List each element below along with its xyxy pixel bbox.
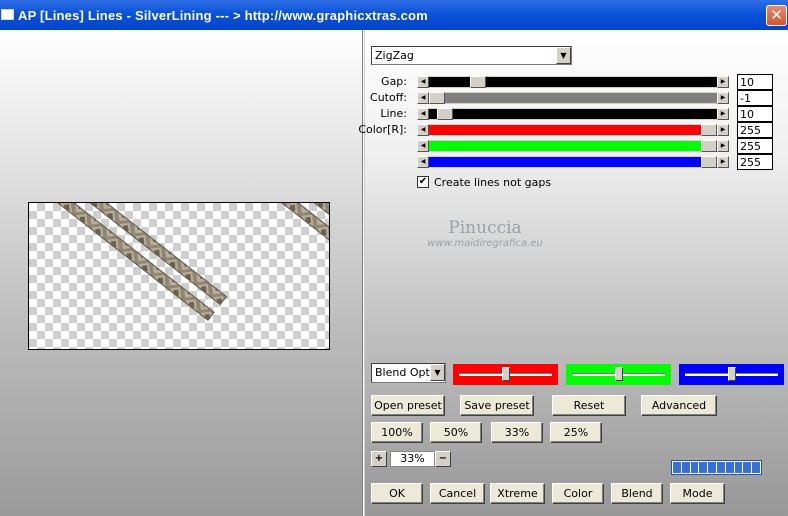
- slider-value-field[interactable]: 10: [737, 106, 773, 122]
- chevron-down-icon[interactable]: ▼: [430, 364, 445, 381]
- red-blend-thumb[interactable]: [502, 367, 510, 381]
- zoom-50-button[interactable]: 50%: [430, 422, 482, 443]
- app-icon: [1, 9, 14, 20]
- slider-track: [429, 157, 717, 167]
- progress-cell: [681, 462, 690, 473]
- progress-bar: [671, 460, 762, 475]
- value-slider[interactable]: ◀ ▶: [417, 156, 729, 168]
- slider-thumb[interactable]: [470, 76, 486, 88]
- value-slider[interactable]: ◀ ▶: [417, 124, 729, 136]
- reset-button[interactable]: Reset: [552, 395, 626, 416]
- zoom-in-button[interactable]: +: [371, 451, 387, 467]
- blue-blend-thumb[interactable]: [728, 367, 736, 381]
- minus-icon: −: [438, 453, 448, 464]
- advanced-button[interactable]: Advanced: [641, 395, 717, 416]
- slider-value-field[interactable]: 10: [737, 74, 773, 90]
- progress-cell: [708, 462, 716, 473]
- slider-value-field[interactable]: 255: [737, 122, 773, 138]
- close-button[interactable]: ✕: [766, 5, 787, 26]
- red-blend-slider[interactable]: [453, 364, 558, 385]
- slider-thumb[interactable]: [701, 124, 717, 136]
- progress-cell: [734, 462, 743, 473]
- slider-thumb[interactable]: [429, 92, 445, 104]
- progress-cell: [716, 462, 725, 473]
- progress-cell: [699, 462, 708, 473]
- xtreme-button[interactable]: Xtreme: [490, 483, 545, 504]
- create-lines-label: Create lines not gaps: [434, 176, 552, 189]
- ok-button[interactable]: OK: [371, 483, 423, 504]
- slider-thumb[interactable]: [701, 140, 717, 152]
- value-slider[interactable]: ◀ ▶: [417, 140, 729, 152]
- close-icon: ✕: [770, 6, 783, 24]
- slider-label: Cutoff:: [370, 91, 407, 104]
- arrow-right-icon[interactable]: ▶: [717, 140, 729, 152]
- arrow-left-icon[interactable]: ◀: [417, 156, 429, 168]
- slider-thumb[interactable]: [701, 156, 717, 168]
- save-preset-button[interactable]: Save preset: [460, 395, 534, 416]
- value-slider[interactable]: ◀ ▶: [417, 108, 729, 120]
- watermark-name: Pinuccia: [448, 218, 522, 238]
- arrow-right-icon[interactable]: ▶: [717, 156, 729, 168]
- progress-cell: [690, 462, 699, 473]
- slider-label: Line:: [380, 107, 407, 120]
- preview-pane: [0, 30, 362, 516]
- slider-label: Color[R]:: [358, 123, 407, 136]
- arrow-left-icon[interactable]: ◀: [417, 124, 429, 136]
- slider-value-field[interactable]: -1: [737, 90, 773, 106]
- zoom-33-button[interactable]: 33%: [491, 422, 543, 443]
- zoom-100-button[interactable]: 100%: [371, 422, 423, 443]
- title-bar: AP [Lines] Lines - SilverLining --- > ht…: [0, 0, 788, 30]
- slider-label: Gap:: [381, 75, 407, 88]
- cancel-button[interactable]: Cancel: [430, 483, 485, 504]
- watermark-url: www.maidiregrafica.eu: [427, 238, 543, 249]
- progress-cell: [725, 462, 734, 473]
- arrow-left-icon[interactable]: ◀: [417, 108, 429, 120]
- color-button[interactable]: Color: [552, 483, 604, 504]
- controls-panel: ZigZag ▼ Gap: ◀ ▶ 10 Cutoff: ◀ ▶ -1 Line: ◀ ▶ 10 Col…: [358, 30, 788, 516]
- slider-track: [429, 125, 717, 135]
- blend-options-select[interactable]: Blend Optio ▼: [371, 363, 446, 383]
- chevron-down-icon[interactable]: ▼: [556, 47, 571, 64]
- arrow-right-icon[interactable]: ▶: [717, 76, 729, 88]
- slider-track: [429, 109, 717, 119]
- open-preset-button[interactable]: Open preset: [371, 395, 445, 416]
- green-blend-slider[interactable]: [566, 364, 671, 385]
- arrow-left-icon[interactable]: ◀: [417, 92, 429, 104]
- slider-value-field[interactable]: 255: [737, 154, 773, 170]
- window-title: AP [Lines] Lines - SilverLining --- > ht…: [18, 8, 428, 23]
- plus-icon: +: [374, 453, 384, 464]
- arrow-right-icon[interactable]: ▶: [717, 124, 729, 136]
- arrow-left-icon[interactable]: ◀: [417, 76, 429, 88]
- effect-select[interactable]: ZigZag ▼: [371, 46, 572, 65]
- slider-track: [429, 93, 717, 103]
- preview-canvas: [28, 202, 330, 350]
- zoom-field[interactable]: 33%: [390, 451, 435, 467]
- progress-cell: [743, 462, 752, 473]
- create-lines-checkbox[interactable]: ✔: [417, 176, 429, 188]
- zoom-25-button[interactable]: 25%: [550, 422, 602, 443]
- slider-track: [429, 141, 717, 151]
- value-slider[interactable]: ◀ ▶: [417, 92, 729, 104]
- slider-value-field[interactable]: 255: [737, 138, 773, 154]
- checkmark-icon: ✔: [418, 176, 428, 187]
- progress-cell: [673, 462, 681, 473]
- watermark: Pinuccia www.maidiregrafica.eu: [420, 218, 550, 249]
- arrow-right-icon[interactable]: ▶: [717, 92, 729, 104]
- mode-button[interactable]: Mode: [670, 483, 725, 504]
- zoom-out-button[interactable]: −: [435, 451, 451, 467]
- effect-select-value: ZigZag: [375, 49, 414, 62]
- green-blend-thumb[interactable]: [615, 367, 623, 381]
- value-slider[interactable]: ◀ ▶: [417, 76, 729, 88]
- preview-image: [29, 203, 329, 342]
- arrow-left-icon[interactable]: ◀: [417, 140, 429, 152]
- blend-button[interactable]: Blend: [611, 483, 663, 504]
- arrow-right-icon[interactable]: ▶: [717, 108, 729, 120]
- blue-blend-slider[interactable]: [679, 364, 784, 385]
- progress-cell: [752, 462, 760, 473]
- slider-thumb[interactable]: [437, 108, 453, 120]
